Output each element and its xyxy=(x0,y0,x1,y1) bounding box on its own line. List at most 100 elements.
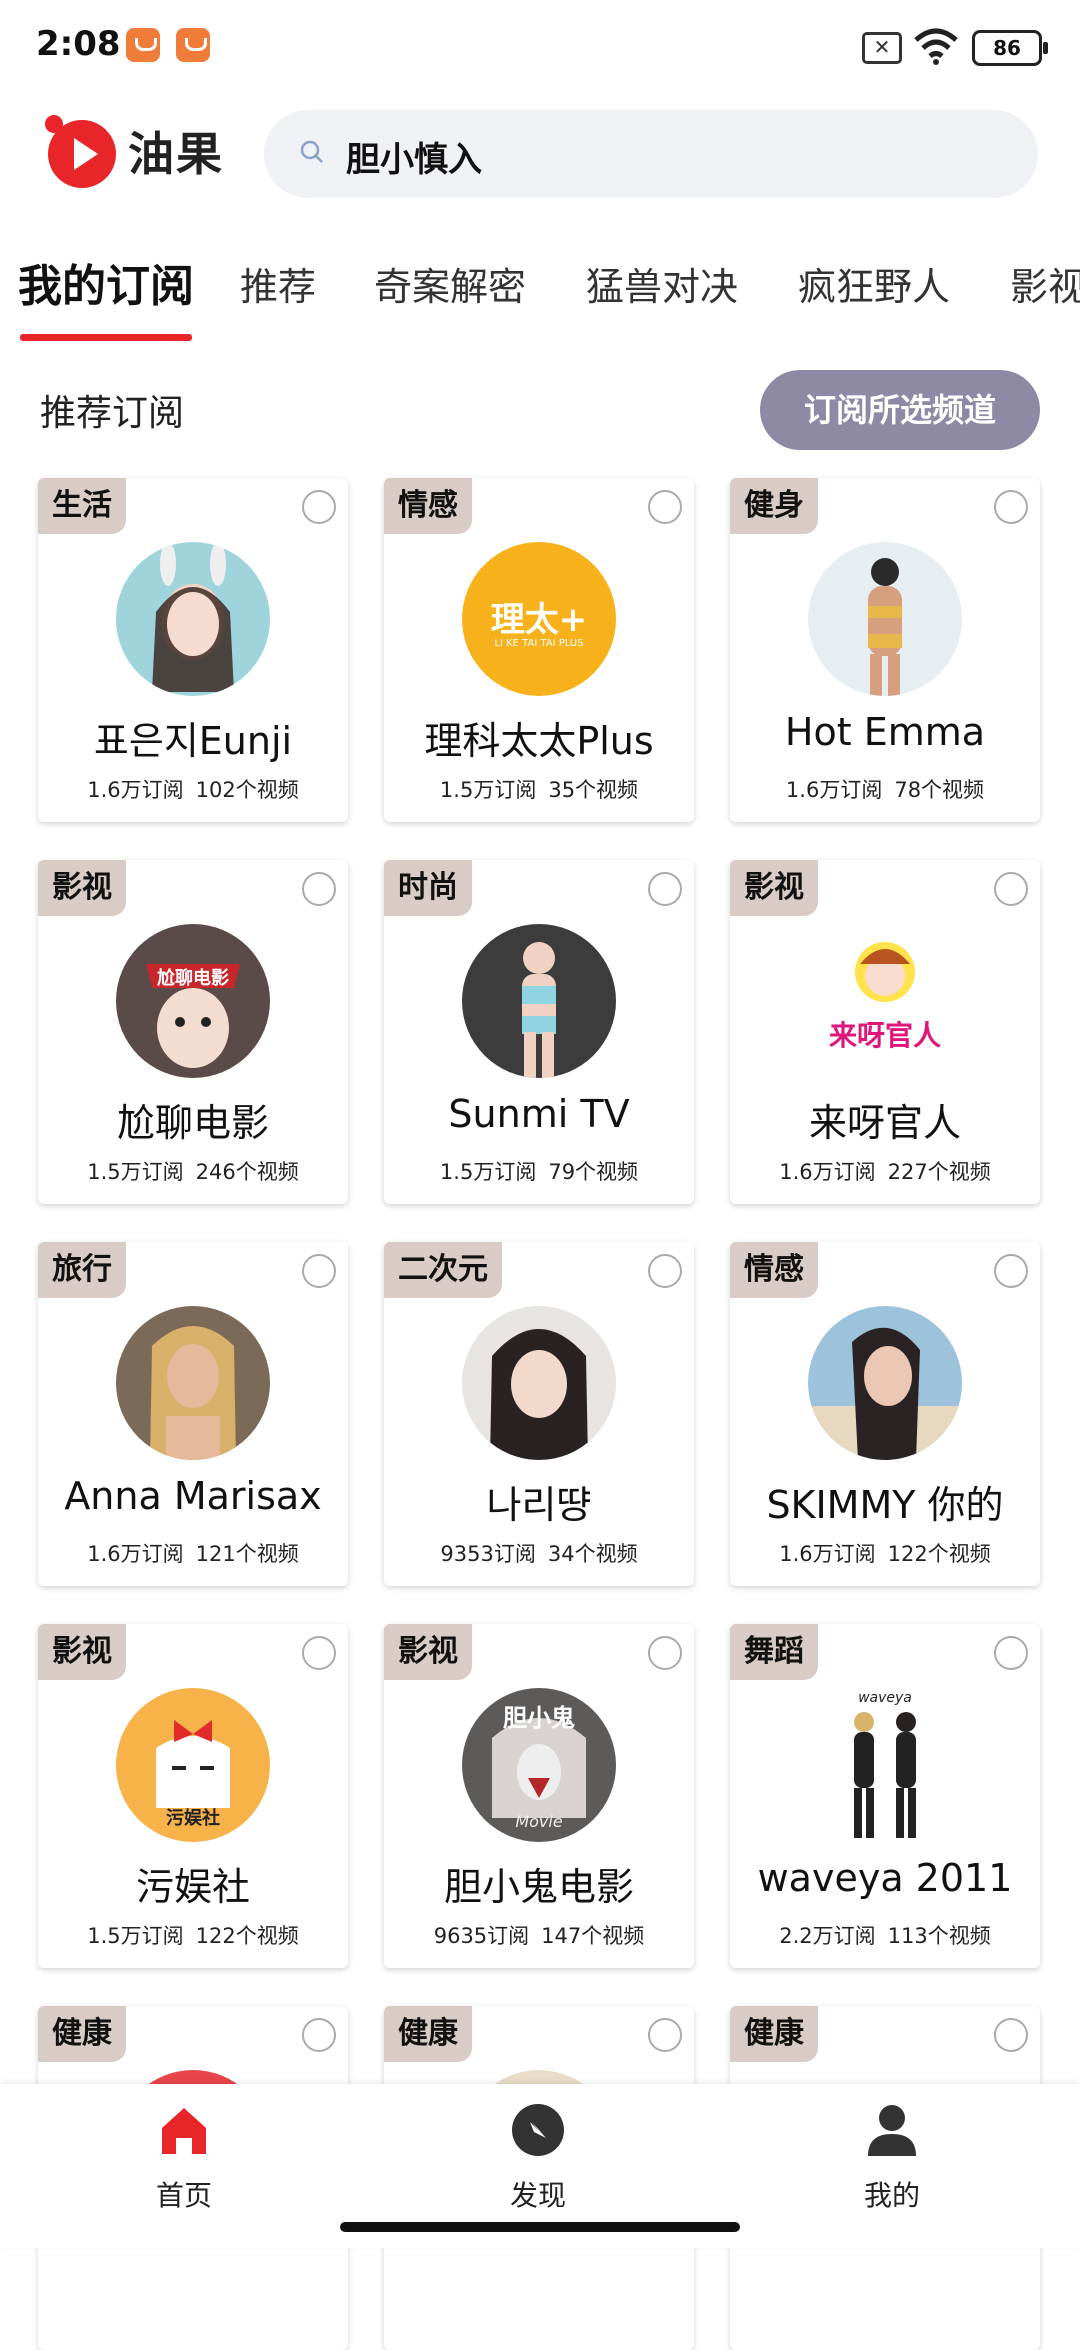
channel-grid: 生活 표은지Eunji 1.6万订阅 102个视频 情感 理太+ LI KE TA… xyxy=(0,0,1080,2350)
channel-stats: 1.6万订阅 227个视频 xyxy=(730,1156,1040,1186)
select-checkbox[interactable] xyxy=(994,2018,1028,2052)
select-checkbox[interactable] xyxy=(648,2018,682,2052)
channel-card[interactable]: 影视 来呀官人 来呀官人 1.6万订阅 227个视频 xyxy=(730,860,1040,1204)
avatar: 理太+ LI KE TAI TAI PLUS xyxy=(462,542,616,696)
channel-stats: 1.6万订阅 121个视频 xyxy=(38,1538,348,1568)
select-checkbox[interactable] xyxy=(302,872,336,906)
category-tag: 旅行 xyxy=(38,1242,126,1298)
channel-card[interactable]: 舞蹈 waveya waveya 2011 2.2万订阅 113个视频 xyxy=(730,1624,1040,1968)
channel-name: 理科太太Plus xyxy=(424,719,654,763)
channel-stats: 2.2万订阅 113个视频 xyxy=(730,1920,1040,1950)
subscriber-count: 1.6万订阅 xyxy=(779,1542,876,1566)
nav-discover[interactable]: 发现 xyxy=(458,2102,618,2214)
video-count: 122个视频 xyxy=(195,1924,299,1948)
category-tag: 二次元 xyxy=(384,1242,502,1298)
user-icon xyxy=(868,2105,916,2156)
select-checkbox[interactable] xyxy=(994,872,1028,906)
category-tag: 健康 xyxy=(730,2006,818,2062)
avatar: 污娱社 xyxy=(116,1688,270,1842)
category-tag: 舞蹈 xyxy=(730,1624,818,1680)
video-count: 227个视频 xyxy=(887,1160,991,1184)
channel-name: Sunmi TV xyxy=(448,1092,630,1136)
subscriber-count: 1.6万订阅 xyxy=(87,1542,184,1566)
select-checkbox[interactable] xyxy=(302,1254,336,1288)
avatar xyxy=(116,542,270,696)
channel-stats: 1.5万订阅 122个视频 xyxy=(38,1920,348,1950)
category-tag: 影视 xyxy=(384,1624,472,1680)
avatar-logo-text: 来呀官人 xyxy=(828,1019,941,1052)
channel-card[interactable]: 影视 污娱社 污娱社 1.5万订阅 122个视频 xyxy=(38,1624,348,1968)
channel-card[interactable]: 影视 胆小鬼 Movie 胆小鬼电影 9635订阅 147个视频 xyxy=(384,1624,694,1968)
nav-label: 首页 xyxy=(155,2179,212,2212)
category-tag: 时尚 xyxy=(384,860,472,916)
avatar-logo-text: 尬聊电影 xyxy=(157,968,229,989)
channel-name: 污娱社 xyxy=(135,1865,250,1909)
avatar-logo-text: waveya xyxy=(858,1690,912,1706)
select-checkbox[interactable] xyxy=(648,1254,682,1288)
select-checkbox[interactable] xyxy=(994,1254,1028,1288)
nav-home[interactable]: 首页 xyxy=(104,2102,264,2214)
category-tag: 情感 xyxy=(384,478,472,534)
video-count: 102个视频 xyxy=(195,778,299,802)
avatar: 尬聊电影 xyxy=(116,924,270,1078)
subscriber-count: 9635订阅 xyxy=(433,1924,530,1948)
video-count: 79个视频 xyxy=(548,1160,639,1184)
avatar: 胆小鬼 Movie xyxy=(462,1688,616,1842)
channel-card[interactable]: 生活 표은지Eunji 1.6万订阅 102个视频 xyxy=(38,478,348,822)
select-checkbox[interactable] xyxy=(648,872,682,906)
avatar xyxy=(462,924,616,1078)
channel-card[interactable]: 时尚 Sunmi TV 1.5万订阅 79个视频 xyxy=(384,860,694,1204)
category-tag: 影视 xyxy=(38,860,126,916)
avatar xyxy=(462,1306,616,1460)
channel-name: 표은지Eunji xyxy=(93,719,293,763)
compass-icon xyxy=(512,2104,564,2156)
channel-card[interactable]: 情感 理太+ LI KE TAI TAI PLUS 理科太太Plus 1.5万订… xyxy=(384,478,694,822)
channel-card[interactable]: 健身 Hot Emma 1.6万订阅 78个视频 xyxy=(730,478,1040,822)
channel-name: SKIMMY 你的 xyxy=(766,1483,1004,1527)
select-checkbox[interactable] xyxy=(994,490,1028,524)
avatar xyxy=(116,1306,270,1460)
category-tag: 健康 xyxy=(384,2006,472,2062)
select-checkbox[interactable] xyxy=(302,490,336,524)
channel-stats: 9353订阅 34个视频 xyxy=(384,1538,694,1568)
channel-stats: 1.5万订阅 79个视频 xyxy=(384,1156,694,1186)
select-checkbox[interactable] xyxy=(648,1636,682,1670)
subscriber-count: 1.5万订阅 xyxy=(87,1924,184,1948)
category-tag: 情感 xyxy=(730,1242,818,1298)
select-checkbox[interactable] xyxy=(302,1636,336,1670)
subscriber-count: 1.6万订阅 xyxy=(87,778,184,802)
channel-name: 来呀官人 xyxy=(808,1101,961,1145)
channel-card[interactable]: 情感 SKIMMY 你的 1.6万订阅 122个视频 xyxy=(730,1242,1040,1586)
subscriber-count: 1.5万订阅 xyxy=(87,1160,184,1184)
channel-card[interactable]: 旅行 Anna Marisax 1.6万订阅 121个视频 xyxy=(38,1242,348,1586)
subscriber-count: 9353订阅 xyxy=(440,1542,536,1566)
nav-me[interactable]: 我的 xyxy=(812,2102,972,2214)
subscriber-count: 1.6万订阅 xyxy=(779,1160,876,1184)
channel-name: 나리땽 xyxy=(486,1483,592,1527)
avatar-logo-text: 胆小鬼 xyxy=(503,1704,575,1732)
home-indicator[interactable] xyxy=(340,2222,740,2232)
channel-stats: 9635订阅 147个视频 xyxy=(384,1920,694,1950)
channel-stats: 1.5万订阅 246个视频 xyxy=(38,1156,348,1186)
category-tag: 健身 xyxy=(730,478,818,534)
avatar-logo-text: 理太+ xyxy=(490,600,588,640)
avatar: waveya xyxy=(808,1688,962,1842)
category-tag: 影视 xyxy=(730,860,818,916)
video-count: 246个视频 xyxy=(195,1160,299,1184)
channel-card[interactable]: 影视 尬聊电影 尬聊电影 1.5万订阅 246个视频 xyxy=(38,860,348,1204)
avatar-logo-subtext: Movie xyxy=(515,1812,563,1831)
channel-name: 尬聊电影 xyxy=(116,1101,269,1145)
select-checkbox[interactable] xyxy=(648,490,682,524)
select-checkbox[interactable] xyxy=(302,2018,336,2052)
avatar xyxy=(808,542,962,696)
video-count: 34个视频 xyxy=(547,1542,638,1566)
video-count: 113个视频 xyxy=(887,1924,991,1948)
subscriber-count: 1.5万订阅 xyxy=(439,778,537,802)
channel-card[interactable]: 二次元 나리땽 9353订阅 34个视频 xyxy=(384,1242,694,1586)
channel-name: waveya 2011 xyxy=(757,1856,1013,1900)
video-count: 147个视频 xyxy=(541,1924,645,1948)
nav-label: 发现 xyxy=(509,2179,566,2212)
video-count: 122个视频 xyxy=(887,1542,991,1566)
select-checkbox[interactable] xyxy=(994,1636,1028,1670)
category-tag: 影视 xyxy=(38,1624,126,1680)
